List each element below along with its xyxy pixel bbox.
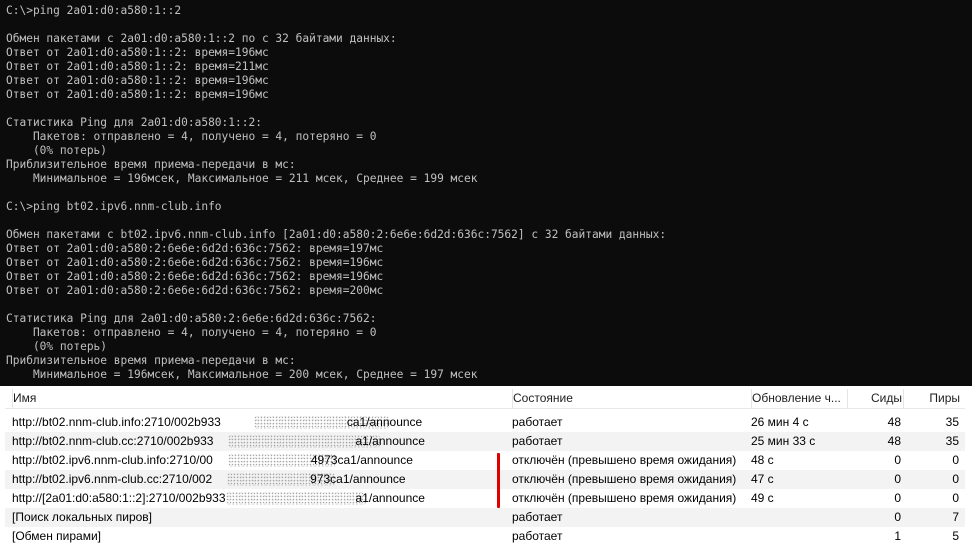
column-header-status[interactable]: Состояние (512, 389, 749, 408)
console-line: Ответ от 2a01:d0:a580:1::2: время=211мс (6, 60, 269, 73)
tracker-row[interactable]: http://bt02.nnm-club.info:2710/002b933 ca… (5, 413, 965, 432)
tracker-status: отключён (превышено время ожидания) (512, 453, 737, 467)
tracker-row[interactable]: http://bt02.ipv6.nnm-club.info:2710/00 49… (5, 451, 965, 470)
tracker-url-prefix: [Обмен пирами] (12, 529, 101, 543)
tracker-url: http://[2a01:d0:a580:1::2]:2710/002b933 a… (12, 489, 507, 508)
console-line: Статистика Ping для 2a01:d0:a580:1::2: (6, 116, 262, 129)
tracker-row[interactable]: http://bt02.ipv6.nnm-club.cc:2710/002 973… (5, 470, 965, 489)
tracker-url-suffix: ca1/announce (346, 415, 423, 429)
tracker-url-prefix: http://bt02.nnm-club.cc:2710/002b933 (12, 434, 214, 448)
tracker-row[interactable]: http://[2a01:d0:a580:1::2]:2710/002b933 a… (5, 489, 965, 508)
tracker-seeds: 0 (894, 491, 901, 505)
console-line: (0% потерь) (6, 340, 108, 353)
tracker-next-update: 48 с (751, 453, 774, 467)
console-window: C:\>ping 2a01:d0:a580:1::2Обмен пакетами… (0, 0, 972, 386)
console-line: C:\>ping 2a01:d0:a580:1::2 (6, 4, 182, 17)
console-line: Приблизительное время приема-передачи в … (6, 158, 296, 171)
tracker-seeds: 0 (894, 453, 901, 467)
tracker-next-update (751, 527, 845, 546)
tracker-url: http://bt02.ipv6.nnm-club.cc:2710/002 973… (12, 470, 507, 489)
console-line: Ответ от 2a01:d0:a580:2:6e6e:6d2d:636c:7… (6, 256, 384, 269)
table-header: Имя Состояние Обновление ч... Сиды Пиры (5, 389, 965, 408)
tracker-status: работает (512, 434, 563, 448)
console-line: Ответ от 2a01:d0:a580:1::2: время=196мс (6, 88, 269, 101)
tracker-url-suffix: a1/announce (355, 434, 425, 448)
tracker-url-suffix: a1/announce (355, 491, 425, 505)
tracker-next-update: 26 мин 4 с (751, 415, 809, 429)
tracker-url: [Обмен пирами] (12, 527, 507, 546)
tracker-url: http://bt02.nnm-club.cc:2710/002b933 a1/a… (12, 432, 507, 451)
tracker-url-prefix: http://[2a01:d0:a580:1::2]:2710/002b933 (12, 491, 226, 505)
tracker-seeds: 0 (894, 472, 901, 486)
tracker-peers: 0 (952, 472, 959, 486)
column-header-name[interactable]: Имя (12, 389, 508, 408)
tracker-status: отключён (превышено время ожидания) (512, 491, 737, 505)
console-line: Ответ от 2a01:d0:a580:1::2: время=196мс (6, 74, 269, 87)
console-line: Пакетов: отправлено = 4, получено = 4, п… (6, 130, 377, 143)
console-line: Минимальное = 196мсек, Максимальное = 21… (6, 172, 478, 185)
tracker-status: работает (512, 529, 563, 543)
tracker-status: работает (512, 510, 563, 524)
console-line: (0% потерь) (6, 144, 108, 157)
console-line: Ответ от 2a01:d0:a580:2:6e6e:6d2d:636c:7… (6, 270, 384, 283)
header-divider (5, 408, 965, 409)
tracker-next-update: 25 мин 33 с (751, 434, 816, 448)
console-line: C:\>ping bt02.ipv6.nnm-club.info (6, 200, 222, 213)
tracker-next-update: 49 с (751, 491, 774, 505)
tracker-table: Имя Состояние Обновление ч... Сиды Пиры … (0, 389, 972, 549)
tracker-row[interactable]: [Обмен пирами] работает 1 5 (5, 527, 965, 546)
tracker-next-update: 47 с (751, 472, 774, 486)
tracker-row[interactable]: http://bt02.nnm-club.cc:2710/002b933 a1/a… (5, 432, 965, 451)
column-header-peers[interactable]: Пиры (903, 389, 960, 408)
tracker-url-prefix: http://bt02.nnm-club.info:2710/002b933 (12, 415, 221, 429)
console-line: Обмен пакетами с 2a01:d0:a580:1::2 по с … (6, 32, 397, 45)
tracker-url-suffix: 973ca1/announce (310, 472, 406, 486)
column-header-seeds[interactable]: Сиды (847, 389, 902, 408)
tracker-url: [Поиск локальных пиров] (12, 508, 507, 527)
tracker-url-prefix: [Поиск локальных пиров] (12, 510, 153, 524)
console-line: Приблизительное время приема-передачи в … (6, 354, 296, 367)
console-line: Ответ от 2a01:d0:a580:2:6e6e:6d2d:636c:7… (6, 284, 384, 297)
tracker-peers: 35 (945, 434, 959, 448)
tracker-status: отключён (превышено время ожидания) (512, 472, 737, 486)
tracker-url: http://bt02.nnm-club.info:2710/002b933 ca… (12, 413, 507, 432)
tracker-row[interactable]: [Поиск локальных пиров] работает 0 7 (5, 508, 965, 527)
console-line: Ответ от 2a01:d0:a580:1::2: время=196мс (6, 46, 269, 59)
console-line: Пакетов: отправлено = 4, получено = 4, п… (6, 326, 377, 339)
tracker-seeds: 1 (894, 529, 901, 543)
tracker-next-update (751, 508, 845, 527)
tracker-peers: 7 (952, 510, 959, 524)
tracker-url-suffix: 4973ca1/announce (310, 453, 413, 467)
tracker-seeds: 48 (887, 415, 901, 429)
console-line: Ответ от 2a01:d0:a580:2:6e6e:6d2d:636c:7… (6, 242, 384, 255)
tracker-peers: 35 (945, 415, 959, 429)
tracker-status: работает (512, 415, 563, 429)
red-annotation-mark (497, 453, 500, 508)
tracker-url-prefix: http://bt02.ipv6.nnm-club.cc:2710/002 (12, 472, 213, 486)
console-line: Минимальное = 196мсек, Максимальное = 20… (6, 368, 478, 381)
column-header-update[interactable]: Обновление ч... (751, 389, 846, 408)
tracker-seeds: 0 (894, 510, 901, 524)
console-line: Статистика Ping для 2a01:d0:a580:2:6e6e:… (6, 312, 377, 325)
tracker-peers: 0 (952, 491, 959, 505)
tracker-url-prefix: http://bt02.ipv6.nnm-club.info:2710/00 (12, 453, 213, 467)
tracker-url: http://bt02.ipv6.nnm-club.info:2710/00 49… (12, 451, 507, 470)
console-line: Обмен пакетами с bt02.ipv6.nnm-club.info… (6, 228, 667, 241)
tracker-peers: 5 (952, 529, 959, 543)
tracker-peers: 0 (952, 453, 959, 467)
tracker-seeds: 48 (887, 434, 901, 448)
